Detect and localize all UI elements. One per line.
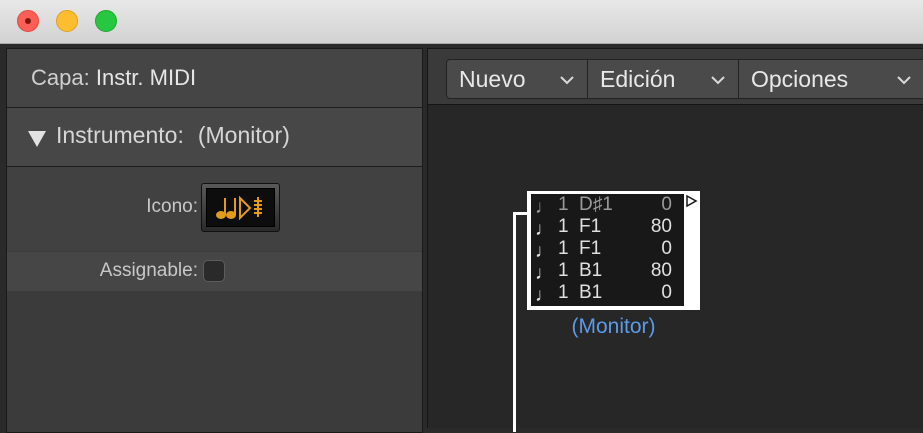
environment-toolbar: Nuevo Edición Opciones	[428, 49, 923, 105]
event-pitch: F1	[579, 238, 602, 259]
instrument-section-header[interactable]: Instrumento: (Monitor)	[7, 108, 422, 167]
event-pitch: B1	[579, 282, 603, 303]
inspector-layer-header: Capa: Instr. MIDI	[7, 49, 422, 108]
chevron-down-icon	[711, 76, 725, 85]
event-channel: 1	[558, 216, 569, 237]
event-velocity: 0	[661, 282, 672, 303]
layer-value: Instr. MIDI	[95, 65, 197, 90]
icon-label: Icono:	[146, 196, 198, 217]
chevron-down-icon	[897, 76, 911, 85]
instrument-title: Instrumento: (Monitor)	[56, 122, 290, 149]
note-icon: ♩	[535, 285, 554, 306]
minimize-window-button[interactable]	[56, 10, 78, 32]
menu-opciones[interactable]: Opciones	[738, 59, 923, 99]
midi-notes-icon	[215, 195, 262, 220]
list-item: ♩ 1 F1 0	[531, 238, 684, 262]
event-channel: 1	[558, 282, 569, 303]
event-pitch: B1	[579, 260, 603, 281]
instrument-label: Instrumento:	[56, 122, 184, 148]
event-velocity: 0	[661, 238, 672, 259]
cable-vertical[interactable]	[513, 212, 516, 432]
menu-nuevo[interactable]: Nuevo	[446, 59, 588, 99]
monitor-object-label: (Monitor)	[571, 315, 656, 338]
list-item: ♩ 1 B1 80	[531, 260, 684, 284]
layer-label: Capa:	[31, 65, 90, 90]
menu-edicion-label: Edición	[600, 65, 676, 92]
assignable-row: Assignable:	[7, 251, 422, 291]
event-pitch: D♯1	[579, 194, 613, 215]
output-port-icon[interactable]	[686, 195, 698, 207]
inspector-panel: Capa: Instr. MIDI Instrumento: (Monitor) …	[6, 48, 423, 433]
list-item: ♩ 1 F1 80	[531, 216, 684, 240]
list-item: ♩ 1 D♯1 0	[531, 194, 684, 218]
close-window-button[interactable]	[17, 10, 39, 32]
environment-window: Nuevo Edición Opciones ♩ 1 D♯1 0 ♩ 1 F1	[427, 48, 923, 432]
layer-info: Capa: Instr. MIDI	[31, 65, 196, 91]
event-channel: 1	[558, 238, 569, 259]
menu-opciones-label: Opciones	[751, 65, 849, 92]
title-bar	[0, 0, 923, 44]
event-pitch: F1	[579, 216, 602, 237]
monitor-object[interactable]: ♩ 1 D♯1 0 ♩ 1 F1 80 ♩ 1 F1 0 ♩ 1 B1 80 ♩…	[527, 191, 700, 310]
assignable-checkbox[interactable]	[203, 260, 225, 282]
event-channel: 1	[558, 194, 569, 215]
instrument-value: (Monitor)	[197, 122, 290, 148]
chevron-down-icon	[560, 76, 574, 85]
instrument-icon-button[interactable]	[201, 183, 280, 232]
zoom-window-button[interactable]	[95, 10, 117, 32]
disclosure-triangle-icon[interactable]	[28, 131, 46, 147]
monitor-event-list: ♩ 1 D♯1 0 ♩ 1 F1 80 ♩ 1 F1 0 ♩ 1 B1 80 ♩…	[531, 194, 684, 306]
event-channel: 1	[558, 260, 569, 281]
icon-well	[206, 188, 275, 227]
menu-nuevo-label: Nuevo	[459, 65, 526, 92]
menu-edicion[interactable]: Edición	[587, 59, 739, 99]
event-velocity: 80	[650, 216, 672, 237]
event-velocity: 80	[650, 260, 672, 281]
assignable-label: Assignable:	[99, 260, 198, 281]
event-velocity: 0	[661, 194, 672, 215]
list-item: ♩ 1 B1 0	[531, 282, 684, 306]
instrument-parameters: Icono: Assignable:	[7, 167, 422, 291]
